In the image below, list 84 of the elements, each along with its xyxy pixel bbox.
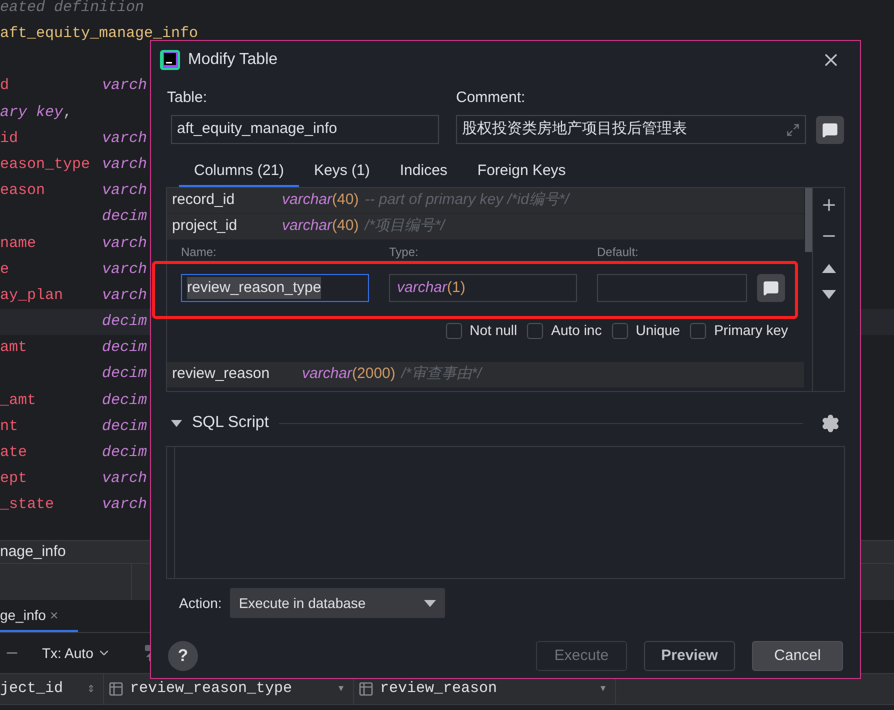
column-name: d xyxy=(0,77,10,94)
default-field[interactable] xyxy=(597,274,747,302)
column-type: varchar(40) xyxy=(282,216,359,236)
column-comment: /*项目编号*/ xyxy=(364,216,445,236)
tab[interactable]: Keys (1) xyxy=(299,157,385,187)
move-down-icon[interactable] xyxy=(822,290,836,299)
results-tab[interactable]: ge_info × xyxy=(0,600,78,632)
column-type: varch xyxy=(102,181,148,202)
column-type: varch xyxy=(102,260,148,280)
close-icon[interactable]: × xyxy=(50,604,58,626)
column-comment: -- part of primary key /*id编号*/ xyxy=(364,190,569,210)
column-type: decim xyxy=(102,338,148,358)
column-type: decim xyxy=(102,416,148,437)
comment-field[interactable]: 股权投资类房地产项目投后管理表 xyxy=(456,115,806,144)
app-logo-icon xyxy=(160,50,180,70)
column-type: varch xyxy=(102,76,148,96)
transaction-dropdown[interactable]: Tx: Auto xyxy=(42,642,112,664)
tab[interactable]: Indices xyxy=(384,157,462,187)
expand-icon[interactable] xyxy=(786,122,800,136)
type-label: Type: xyxy=(389,244,420,261)
section-title: SQL Script xyxy=(192,413,269,433)
code-keyword: ary key, xyxy=(0,102,72,123)
column-name: record_id xyxy=(172,190,236,210)
comment-button[interactable] xyxy=(816,116,844,144)
column-type: varch xyxy=(102,154,148,175)
column-name: ept xyxy=(0,470,28,488)
expanded-triangle-icon[interactable] xyxy=(171,420,182,426)
tab[interactable]: Foreign Keys xyxy=(462,157,581,187)
window-title: Modify Table xyxy=(188,50,278,70)
column-type: decim xyxy=(102,443,148,464)
help-button[interactable]: ? xyxy=(168,641,198,671)
name-label: Name: xyxy=(181,244,218,261)
comment-label: Comment: xyxy=(456,88,526,107)
type-field[interactable]: varchar(1) xyxy=(389,274,577,302)
option-checkbox[interactable]: Primary key xyxy=(690,320,788,341)
table-icon xyxy=(358,681,374,697)
move-up-icon[interactable] xyxy=(822,264,836,273)
column-name: amt xyxy=(0,339,28,356)
dropdown-arrow-icon xyxy=(424,600,436,606)
column-name: ate xyxy=(0,444,28,462)
default-label: Default: xyxy=(597,244,638,261)
column-type: decim xyxy=(102,364,148,384)
table-label: Table: xyxy=(167,88,208,107)
table-name-field[interactable]: aft_equity_manage_info xyxy=(171,115,439,144)
dialog-button[interactable]: Preview xyxy=(644,641,735,671)
column-type: varch xyxy=(102,469,148,490)
dialog-button[interactable]: Cancel xyxy=(752,641,843,671)
scrollbar-thumb[interactable] xyxy=(804,188,812,252)
option-checkbox[interactable]: Auto inc xyxy=(527,320,602,341)
speech-bubble-icon xyxy=(763,280,779,296)
code-comment: eated definition xyxy=(0,0,144,18)
grid-column-header[interactable]: ject_id ⇕ xyxy=(0,674,104,704)
column-name: _state xyxy=(0,496,54,514)
column-name: eason xyxy=(0,182,46,200)
column-type: decim xyxy=(102,390,148,411)
column-name: ay_plan xyxy=(0,286,64,304)
column-type: varchar(40) xyxy=(282,190,359,210)
column-name: id xyxy=(0,130,18,147)
column-type: varchar(2000) xyxy=(302,364,396,384)
column-name: name xyxy=(0,234,36,252)
table-icon xyxy=(108,681,124,697)
name-field[interactable]: review_reason_type xyxy=(181,274,369,302)
column-name: eason_type xyxy=(0,156,90,173)
column-type: decim xyxy=(102,312,148,332)
column-type: varch xyxy=(102,128,148,149)
column-name: _amt xyxy=(0,392,36,409)
column-type: varch xyxy=(102,495,148,516)
table-name: aft_equity_manage_info xyxy=(0,24,198,44)
settings-icon[interactable] xyxy=(821,414,840,432)
column-type: varch xyxy=(102,234,148,254)
action-dropdown[interactable]: Execute in database xyxy=(230,588,445,618)
panel-title: nage_info xyxy=(0,542,66,562)
option-checkbox[interactable]: Unique xyxy=(612,320,680,341)
option-checkbox[interactable]: Not null xyxy=(446,320,518,341)
column-type: varch xyxy=(102,286,148,306)
column-name: e xyxy=(0,260,10,278)
column-name: project_id xyxy=(172,216,238,236)
comment-button[interactable] xyxy=(757,274,785,302)
speech-bubble-icon xyxy=(822,122,838,138)
column-name: nt xyxy=(0,418,18,435)
column-comment: /*审查事由*/ xyxy=(401,364,482,384)
action-label: Action: xyxy=(179,594,222,612)
column-type: decim xyxy=(102,207,148,228)
column-name: review_reason xyxy=(172,364,271,384)
